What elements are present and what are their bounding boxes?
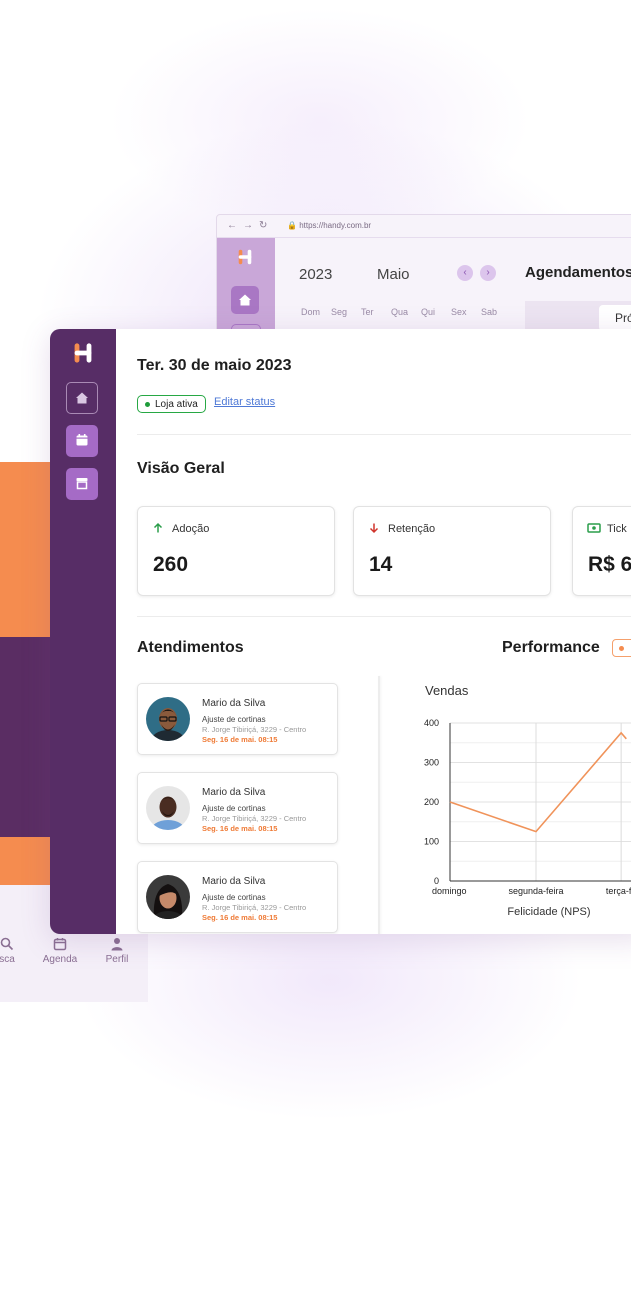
service-name: Ajuste de cortinas [202, 804, 266, 813]
chevron-left-icon: ‹ [463, 267, 467, 278]
weekday: Qua [391, 307, 409, 317]
appointments-title: Atendimentos [137, 639, 244, 656]
stat-card-ticket: Tick R$ 6 [572, 506, 631, 596]
y-tick-label: 100 [424, 837, 439, 847]
edit-status-link[interactable]: Editar status [214, 396, 275, 408]
prev-month-button[interactable]: ‹ [457, 265, 473, 281]
calendar-month[interactable]: Maio [377, 266, 410, 283]
service-name: Ajuste de cortinas [202, 893, 266, 902]
home-icon [239, 294, 251, 306]
y-tick-label: 300 [424, 758, 439, 768]
appointment-time: Seg. 16 de mai. 08:15 [202, 735, 278, 744]
phone-bottom-nav: sca Agenda Perfil [0, 932, 148, 1002]
service-name: Ajuste de cortinas [202, 715, 266, 724]
phone-nav-profile-label: Perfil [105, 954, 129, 965]
x-axis-label: Felicidade (NPS) [507, 906, 590, 918]
stat-card-retention: Retenção 14 [353, 506, 551, 596]
search-icon [0, 937, 14, 951]
avatar [146, 697, 190, 741]
stat-label: Retenção [388, 523, 436, 535]
appointment-time: Seg. 16 de mai. 08:15 [202, 824, 278, 833]
divider [137, 434, 631, 435]
y-tick-label: 200 [424, 797, 439, 807]
sales-line-chart: 0 100 200 300 400 domingo segunda-feira terça-f… [424, 718, 631, 918]
arrow-up-icon [153, 522, 163, 533]
appointment-card[interactable]: Mario da Silva Ajuste de cortinas R. Jor… [137, 772, 338, 844]
performance-filter-tag[interactable] [612, 639, 631, 657]
phone-orange-block-2 [0, 837, 52, 885]
appointments-section-title: Agendamentos [525, 264, 631, 281]
sidebar-item-calendar[interactable] [66, 425, 98, 457]
phone-nav-search-label: sca [0, 954, 15, 965]
chart-title: Vendas [425, 683, 469, 698]
user-icon [111, 938, 123, 951]
client-name: Mario da Silva [202, 698, 266, 709]
phone-orange-block [0, 462, 52, 637]
calendar-weekdays: Dom Seg Ter Qua Qui Sex Sab [301, 307, 511, 317]
sidebar-item-home[interactable] [66, 382, 98, 414]
client-name: Mario da Silva [202, 876, 266, 887]
performance-title: Performance [502, 639, 600, 656]
avatar [146, 786, 190, 830]
address: R. Jorge Tibiriçá, 3229 - Centro [202, 903, 307, 912]
dashboard-window: Ter. 30 de maio 2023 Loja ativa Editar s… [50, 329, 631, 934]
status-badge: Loja ativa [137, 395, 206, 413]
brand-logo-icon [238, 249, 252, 265]
page-title: Ter. 30 de maio 2023 [137, 357, 292, 374]
next-month-button[interactable]: › [480, 265, 496, 281]
browser-url-text: https://handy.com.br [299, 221, 372, 230]
y-tick-label: 0 [434, 876, 439, 886]
weekday: Seg [331, 307, 348, 317]
browser-nav-arrows[interactable]: ←→↻ [227, 220, 273, 231]
divider [137, 616, 631, 617]
phone-purple-block [0, 637, 52, 837]
calendar-icon [76, 434, 88, 446]
sidebar [50, 329, 116, 934]
browser-url[interactable]: 🔒 https://handy.com.br [287, 221, 371, 230]
browser-sidebar [217, 238, 275, 335]
main-content: Ter. 30 de maio 2023 Loja ativa Editar s… [116, 329, 631, 934]
stat-card-adoption: Adoção 260 [137, 506, 335, 596]
x-tick-label: domingo [432, 886, 467, 896]
sidebar-item-store[interactable] [66, 468, 98, 500]
money-icon [587, 523, 601, 533]
overview-title: Visão Geral [137, 460, 225, 477]
address: R. Jorge Tibiriçá, 3229 - Centro [202, 725, 307, 734]
client-name: Mario da Silva [202, 787, 266, 798]
stat-value: 14 [369, 553, 393, 576]
weekday: Qui [421, 307, 436, 317]
appointment-card[interactable]: Mario da Silva Ajuste de cortinas R. Jor… [137, 861, 338, 933]
weekday: Sab [481, 307, 498, 317]
list-divider [378, 676, 380, 934]
x-tick-label: terça-fe [606, 886, 631, 896]
y-tick-label: 400 [424, 718, 439, 728]
store-icon [76, 478, 88, 490]
stat-value: 260 [153, 553, 189, 576]
browser-home-button[interactable] [231, 286, 259, 314]
home-icon [76, 392, 88, 404]
browser-address-bar: ←→↻ 🔒 https://handy.com.br [217, 215, 631, 238]
address: R. Jorge Tibiriçá, 3229 - Centro [202, 814, 307, 823]
browser-window: ←→↻ 🔒 https://handy.com.br 2023 Maio ‹ ›… [216, 214, 631, 336]
calendar-icon [53, 938, 67, 951]
calendar-year[interactable]: 2023 [299, 266, 332, 283]
avatar [146, 875, 190, 919]
chevron-right-icon: › [486, 267, 490, 278]
phone-nav-search[interactable]: sca [0, 932, 32, 965]
weekday: Sex [451, 307, 467, 317]
stat-value: R$ 6 [588, 553, 631, 576]
brand-logo-icon [74, 343, 92, 363]
appointment-time: Seg. 16 de mai. 08:15 [202, 913, 278, 922]
stat-label: Tick [607, 523, 627, 535]
next-button[interactable]: Pró [599, 305, 631, 331]
phone-nav-agenda[interactable]: Agenda [35, 932, 85, 965]
stat-label: Adoção [172, 523, 210, 535]
phone-nav-profile[interactable]: Perfil [92, 932, 142, 965]
x-tick-label: segunda-feira [508, 886, 563, 896]
arrow-down-icon [369, 523, 379, 534]
phone-nav-agenda-label: Agenda [42, 954, 78, 965]
weekday: Dom [301, 307, 321, 317]
weekday: Ter [361, 307, 374, 317]
appointment-card[interactable]: Mario da Silva Ajuste de cortinas R. Jor… [137, 683, 338, 755]
